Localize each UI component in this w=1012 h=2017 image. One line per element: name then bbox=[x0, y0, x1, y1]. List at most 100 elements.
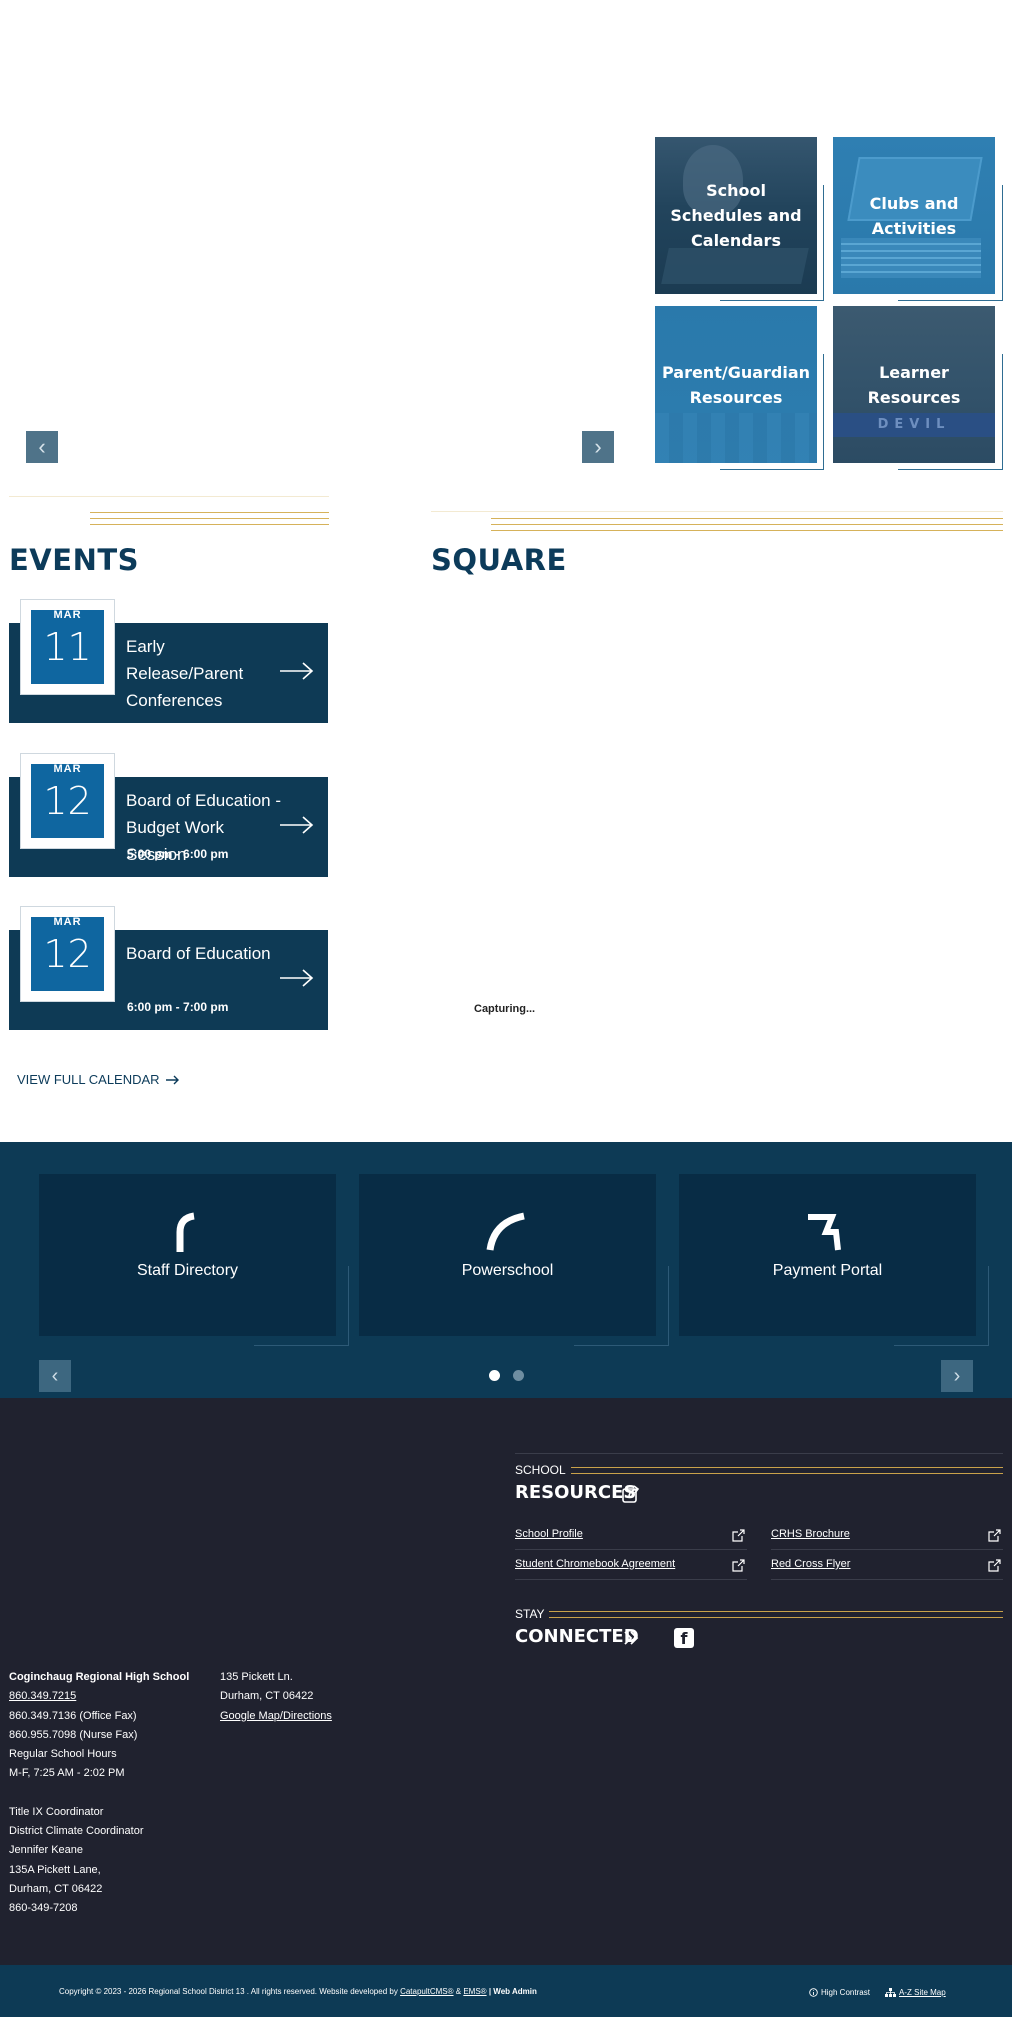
copyright-bar: Copyright © 2023 - 2026 Regional School … bbox=[0, 1965, 1012, 2017]
high-contrast-label: High Contrast bbox=[821, 1988, 870, 1997]
resources-kicker: SCHOOL bbox=[515, 1463, 566, 1477]
coordinator-phone: 860-349-7208 bbox=[9, 1902, 78, 1915]
event-title: Board of Education bbox=[126, 944, 271, 963]
event-card[interactable]: MAR 12 Board of Education 6:00 pm - 7:00 … bbox=[9, 906, 328, 1030]
tile-school-schedules[interactable]: School Schedules and Calendars bbox=[655, 137, 817, 294]
sitemap-icon bbox=[885, 1988, 896, 1997]
facebook-icon[interactable]: f bbox=[674, 1628, 694, 1648]
hours-label: Regular School Hours bbox=[9, 1748, 117, 1761]
site-map-label: A-Z Site Map bbox=[899, 1988, 946, 1997]
staff-directory-icon bbox=[176, 1212, 195, 1252]
quick-links-band: Staff Directory Powerschool Payment Port… bbox=[0, 1142, 1012, 1398]
view-full-calendar-link[interactable]: VIEW FULL CALENDAR bbox=[17, 1072, 180, 1087]
address-line-2: Durham, CT 06422 bbox=[220, 1690, 314, 1703]
event-time: 6:00 pm - 7:00 pm bbox=[127, 1000, 229, 1014]
hero-next-button[interactable]: › bbox=[582, 431, 614, 463]
contact-school: Coginchaug Regional High School 860.349.… bbox=[9, 1668, 189, 1919]
arrow-right-icon bbox=[280, 969, 314, 987]
resource-link-school-profile[interactable]: School Profile bbox=[515, 1528, 583, 1540]
arrow-right-icon bbox=[165, 1075, 179, 1084]
tile-clubs-activities[interactable]: Clubs and Activities bbox=[833, 137, 995, 294]
hero-prev-button[interactable]: ‹ bbox=[26, 431, 58, 463]
divider bbox=[771, 1579, 1003, 1580]
quick-link-label: Payment Portal bbox=[772, 1262, 883, 1279]
quick-link-payment-portal[interactable]: Payment Portal bbox=[679, 1174, 976, 1336]
separator: | bbox=[488, 1987, 492, 1996]
square-heading-lines bbox=[491, 518, 1003, 532]
coordinator-name: Jennifer Keane bbox=[9, 1844, 83, 1857]
event-card[interactable]: MAR 11 Early Release/Parent Conferences bbox=[9, 599, 328, 723]
event-date-badge: MAR 12 bbox=[20, 906, 115, 1002]
event-date-badge: MAR 12 bbox=[20, 753, 115, 849]
external-link-icon bbox=[732, 1559, 745, 1572]
square-heading: SQUARE bbox=[431, 543, 567, 577]
catapult-cms-link[interactable]: CatapultCMS® bbox=[400, 1987, 453, 1996]
square-loading-status: Capturing... bbox=[474, 1003, 536, 1015]
site-map-link[interactable]: A-Z Site Map bbox=[885, 1988, 946, 1997]
tile-label: School Schedules and Calendars bbox=[670, 181, 802, 250]
event-date-badge: MAR 11 bbox=[20, 599, 115, 695]
event-day: 12 bbox=[43, 779, 92, 823]
arrow-right-icon bbox=[280, 816, 314, 834]
event-day: 12 bbox=[43, 932, 92, 976]
event-month: MAR bbox=[53, 764, 82, 775]
quick-links-next-button[interactable]: › bbox=[941, 1360, 973, 1392]
title-ix-label: Title IX Coordinator bbox=[9, 1805, 104, 1818]
ampersand: & bbox=[455, 1987, 462, 1996]
climate-coordinator-label: District Climate Coordinator bbox=[9, 1825, 144, 1838]
quick-link-label: Powerschool bbox=[461, 1262, 554, 1279]
ems-link[interactable]: EMS® bbox=[463, 1987, 486, 1996]
resource-link-crhs-brochure[interactable]: CRHS Brochure bbox=[771, 1528, 850, 1540]
quick-link-staff-directory[interactable]: Staff Directory bbox=[39, 1174, 336, 1336]
event-card[interactable]: MAR 12 Board of Education - Budget Work S… bbox=[9, 753, 328, 877]
tile-learner-resources[interactable]: Learner Resources bbox=[833, 306, 995, 463]
carousel-dot-active[interactable] bbox=[489, 1370, 500, 1381]
nurse-fax: 860.955.7098 (Nurse Fax) bbox=[9, 1728, 138, 1741]
divider bbox=[9, 496, 329, 497]
address-line-1: 135 Pickett Ln. bbox=[220, 1671, 293, 1683]
school-name: Coginchaug Regional High School bbox=[9, 1671, 190, 1683]
divider bbox=[771, 1549, 1003, 1550]
carousel-dot[interactable] bbox=[513, 1370, 524, 1381]
resources-heading-lines bbox=[571, 1467, 1003, 1475]
external-link-icon bbox=[988, 1529, 1001, 1542]
event-month: MAR bbox=[53, 917, 82, 928]
tile-label: Learner Resources bbox=[867, 362, 961, 407]
divider bbox=[515, 1579, 747, 1580]
coordinator-address-2: Durham, CT 06422 bbox=[9, 1882, 103, 1895]
external-link-icon bbox=[732, 1529, 745, 1542]
events-heading: EVENTS bbox=[9, 543, 140, 577]
copyright-text: Copyright © 2023 - 2026 Regional School … bbox=[59, 1987, 537, 1996]
events-heading-lines bbox=[90, 512, 329, 526]
event-title: Early Release/Parent Conferences bbox=[126, 637, 244, 710]
high-contrast-toggle[interactable]: High Contrast bbox=[809, 1988, 870, 1997]
info-icon bbox=[809, 1988, 818, 1997]
school-phone-link[interactable]: 860.349.7215 bbox=[9, 1687, 189, 1706]
resource-link-chromebook-agreement[interactable]: Student Chromebook Agreement bbox=[515, 1558, 675, 1570]
divider bbox=[515, 1453, 1003, 1454]
hours: M-F, 7:25 AM - 2:02 PM bbox=[9, 1767, 125, 1780]
footer: SCHOOL RESOURCES School Profile CRHS Bro… bbox=[0, 1398, 1012, 1965]
web-admin-link[interactable]: Web Admin bbox=[493, 1987, 537, 1996]
connected-kicker: STAY bbox=[515, 1607, 545, 1621]
connected-heading: CONNECTED bbox=[515, 1626, 639, 1647]
office-fax: 860.349.7136 (Office Fax) bbox=[9, 1709, 137, 1722]
coordinator-address-1: 135A Pickett Lane, bbox=[9, 1863, 101, 1876]
resource-link-red-cross-flyer[interactable]: Red Cross Flyer bbox=[771, 1558, 850, 1570]
tile-parent-resources[interactable]: Parent/Guardian Resources bbox=[655, 306, 817, 463]
arrow-right-icon bbox=[280, 662, 314, 680]
quick-link-label: Staff Directory bbox=[136, 1262, 239, 1279]
external-link-icon bbox=[988, 1559, 1001, 1572]
map-directions-link[interactable]: Google Map/Directions bbox=[220, 1707, 332, 1726]
share-icon bbox=[622, 1485, 640, 1503]
double-chevron-right-icon bbox=[624, 1631, 639, 1645]
event-month: MAR bbox=[53, 610, 82, 621]
quick-links-prev-button[interactable]: ‹ bbox=[39, 1360, 71, 1392]
contact-address: 135 Pickett Ln. Durham, CT 06422 Google … bbox=[220, 1668, 332, 1726]
event-day: 11 bbox=[43, 625, 92, 669]
page: { "hero": { "prev_label": "‹", "next_lab… bbox=[0, 0, 1012, 2017]
powerschool-icon bbox=[486, 1212, 525, 1251]
divider bbox=[515, 1549, 747, 1550]
tile-label: Parent/Guardian Resources bbox=[661, 362, 811, 407]
quick-link-powerschool[interactable]: Powerschool bbox=[359, 1174, 656, 1336]
